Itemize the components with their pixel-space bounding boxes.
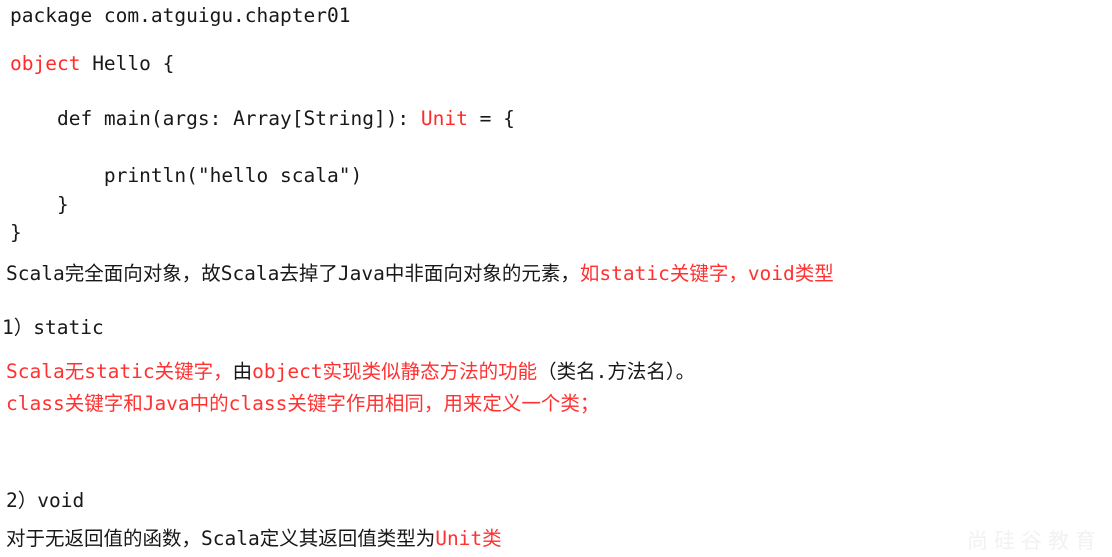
prose-line-void-unit: 对于无返回值的函数，Scala定义其返回值类型为Unit类 <box>6 527 502 551</box>
prose-static-black-a: 由 <box>232 360 253 383</box>
prose-line-static-object: Scala无static关键字，由object实现类似静态方法的功能（类名.方法… <box>6 360 695 384</box>
code-close-outer-brace: } <box>10 221 22 244</box>
keyword-object: object <box>10 52 81 75</box>
section-heading-void-label: 2）void <box>6 489 85 512</box>
code-line-close-outer: } <box>10 221 22 245</box>
section-heading-static: 1）static <box>2 316 104 340</box>
prose-void-red-text: Unit类 <box>435 527 502 550</box>
prose-line-class-keyword: class关键字和Java中的class关键字作用相同，用来定义一个类； <box>6 392 599 416</box>
code-line-println: println("hello scala") <box>10 164 362 188</box>
prose-oo-black-text: Scala完全面向对象，故Scala去掉了Java中非面向对象的元素， <box>6 262 580 285</box>
prose-class-red-text: class关键字和Java中的class关键字作用相同，用来定义一个类； <box>6 392 600 415</box>
prose-void-black-text: 对于无返回值的函数，Scala定义其返回值类型为 <box>6 527 436 550</box>
code-def-indent <box>10 107 57 130</box>
code-line-object-decl: object Hello { <box>10 52 174 76</box>
prose-static-red-b: object实现类似静态方法的功能 <box>252 360 538 383</box>
code-def-signature: def main(args: Array[String]): <box>56 107 421 130</box>
code-line-package: package com.atguigu.chapter01 <box>10 4 350 28</box>
prose-static-black-b: （类名.方法名）。 <box>537 360 696 383</box>
keyword-unit: Unit <box>420 107 468 130</box>
code-line-def-main: def main(args: Array[String]): Unit = { <box>10 107 515 131</box>
code-println-text: println("hello scala") <box>10 164 363 187</box>
code-object-name: Hello { <box>80 52 175 75</box>
watermark: 尚硅谷教育 <box>967 525 1102 555</box>
prose-line-oo-summary: Scala完全面向对象，故Scala去掉了Java中非面向对象的元素，如stat… <box>6 262 834 286</box>
section-heading-static-label: 1）static <box>2 316 104 339</box>
prose-oo-red-text: 如static关键字，void类型 <box>579 262 834 285</box>
section-heading-void: 2）void <box>6 489 84 513</box>
code-close-inner-brace: } <box>10 193 69 216</box>
code-package-text: package com.atguigu.chapter01 <box>10 4 351 27</box>
code-line-close-inner: } <box>10 193 69 217</box>
code-def-tail: = { <box>467 107 515 130</box>
document-page: package com.atguigu.chapter01 object Hel… <box>0 0 1112 557</box>
watermark-text: 尚硅谷教育 <box>967 529 1102 553</box>
prose-static-red-a: Scala无static关键字， <box>6 360 233 383</box>
